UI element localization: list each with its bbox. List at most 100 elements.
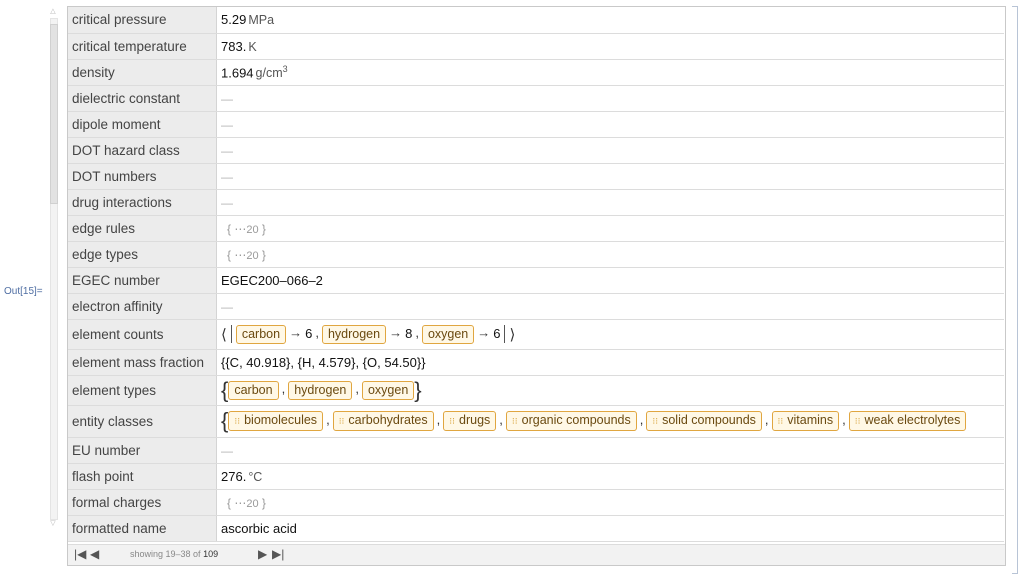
entity-chip[interactable]: ⁝⁝ organic compounds (505, 411, 637, 431)
entity-chip[interactable]: oxygen (361, 380, 415, 400)
property-name: flash point (68, 463, 217, 490)
entity-class-icon: ⁝⁝ (652, 416, 659, 426)
table-row: DOT numbers — (68, 163, 1004, 190)
entity-label: carbohydrates (348, 413, 428, 427)
association-open: ⟨ (221, 326, 227, 343)
property-value: { ⋯20 } (216, 241, 1004, 268)
showing-range: showing 19–38 of 109 (130, 549, 219, 559)
entity-chip[interactable]: hydrogen (288, 380, 353, 400)
skeleton-list[interactable]: { ⋯20 } (221, 248, 266, 262)
entity-chip[interactable]: carbon (235, 324, 287, 344)
table-row: critical pressure 5.29 MPa (68, 7, 1004, 34)
property-name: DOT hazard class (68, 137, 217, 164)
property-value: EGEC200–066–2 (216, 267, 1004, 294)
dataset-pane: critical pressure 5.29 MPa critical tempera… (67, 6, 1006, 566)
unit-exponent: 3 (282, 63, 288, 74)
association-value: 6 (305, 325, 313, 341)
quantity-magnitude: 783. (221, 38, 247, 54)
property-table: critical pressure 5.29 MPa critical tempera… (68, 7, 1004, 542)
output-label: Out[15]= (4, 286, 43, 297)
property-value: — (216, 437, 1004, 464)
skeleton-list[interactable]: { ⋯20 } (221, 222, 266, 236)
entity-chip[interactable]: carbon (228, 380, 279, 400)
separator: , (499, 412, 503, 428)
missing-value: — (221, 91, 233, 106)
entity-label: organic compounds (521, 413, 631, 427)
entity-label: vitamins (787, 413, 834, 427)
scroll-down-icon[interactable]: ▽ (48, 520, 58, 528)
entity-label: hydrogen (294, 382, 347, 397)
separator: , (415, 325, 419, 341)
missing-value: — (221, 299, 233, 314)
property-value: {carbon, hydrogen, oxygen} (216, 375, 1004, 406)
separator: , (355, 381, 359, 397)
vertical-scrollbar[interactable]: △ ▽ (48, 8, 58, 528)
property-value: { ⋯20 } (216, 489, 1004, 516)
entity-label: carbon (234, 382, 273, 397)
entity-chip[interactable]: ⁝⁝ weak electrolytes (848, 411, 967, 431)
next-page-icon[interactable]: ▶ (258, 547, 267, 561)
quantity-magnitude: 1.694 (221, 65, 254, 81)
skeleton-count: 20 (246, 223, 259, 236)
entity-chip[interactable]: oxygen (421, 324, 475, 344)
property-value: 1.694 g/cm3 (216, 59, 1004, 86)
table-row: EGEC number EGEC200–066–2 (68, 267, 1004, 294)
table-row: dipole moment — (68, 111, 1004, 138)
property-name: critical pressure (68, 7, 217, 34)
entity-class-icon: ⁝⁝ (854, 416, 861, 426)
property-name: dipole moment (68, 111, 217, 138)
quantity-magnitude: 5.29 (221, 12, 247, 28)
missing-value: — (221, 195, 233, 210)
list-open-brace: { (221, 377, 229, 402)
cell-bracket[interactable] (1012, 6, 1018, 574)
property-name: DOT numbers (68, 163, 217, 190)
scroll-thumb[interactable] (50, 24, 58, 204)
entity-label: drugs (459, 413, 491, 427)
entity-chip[interactable]: ⁝⁝ vitamins (771, 411, 840, 431)
first-page-icon[interactable]: |◀ (74, 547, 86, 561)
separator: , (436, 412, 441, 428)
previous-page-icon[interactable]: ◀ (90, 547, 99, 561)
skeleton-list[interactable]: { ⋯20 } (221, 496, 266, 510)
property-value: 5.29 MPa (216, 7, 1004, 34)
entity-chip[interactable]: ⁝⁝ drugs (443, 411, 497, 431)
separator: , (326, 412, 330, 428)
association-value: 6 (493, 325, 501, 341)
table-row: formatted name ascorbic acid (68, 515, 1004, 542)
property-name: element mass fraction (68, 349, 217, 376)
rule-arrow: → (477, 325, 491, 341)
entity-chip[interactable]: ⁝⁝ carbohydrates (332, 411, 434, 431)
last-page-icon[interactable]: ▶| (272, 547, 284, 561)
table-row: dielectric constant — (68, 85, 1004, 112)
quantity-unit: K (248, 39, 257, 54)
skeleton-count: 20 (246, 497, 259, 510)
missing-value: — (221, 117, 233, 132)
entity-label: solid compounds (662, 413, 756, 427)
quantity-unit: MPa (248, 13, 275, 28)
entity-chip[interactable]: ⁝⁝ solid compounds (646, 411, 762, 431)
rule-arrow: → (289, 325, 303, 341)
missing-value: — (221, 143, 233, 158)
property-name: edge rules (68, 215, 217, 242)
property-name: EGEC number (68, 267, 217, 294)
table-row: critical temperature 783. K (68, 33, 1004, 60)
table-row: element types{carbon, hydrogen, oxygen} (68, 375, 1004, 406)
property-value: 783. K (216, 33, 1004, 60)
property-name: dielectric constant (68, 85, 217, 112)
list-open-brace: { (221, 408, 229, 433)
table-row: electron affinity — (68, 293, 1004, 320)
entity-chip[interactable]: ⁝⁝ biomolecules (228, 411, 324, 431)
text-value: {{C, 40.918}, {H, 4.579}, {O, 54.50}} (221, 354, 426, 370)
table-row: entity classes{⁝⁝ biomolecules, ⁝⁝ carbohyd… (68, 405, 1004, 438)
list-close-brace: } (414, 377, 422, 402)
table-row: EU number — (68, 437, 1004, 464)
table-row: DOT hazard class — (68, 137, 1004, 164)
quantity-magnitude: 276. (221, 468, 247, 484)
entity-chip[interactable]: hydrogen (321, 324, 387, 344)
entity-class-icon: ⁝⁝ (777, 416, 784, 426)
property-name: EU number (68, 437, 217, 464)
table-row: edge rules { ⋯20 } (68, 215, 1004, 242)
association-bar (230, 325, 232, 343)
scroll-up-icon[interactable]: △ (48, 8, 58, 16)
skeleton-count: 20 (246, 249, 259, 262)
